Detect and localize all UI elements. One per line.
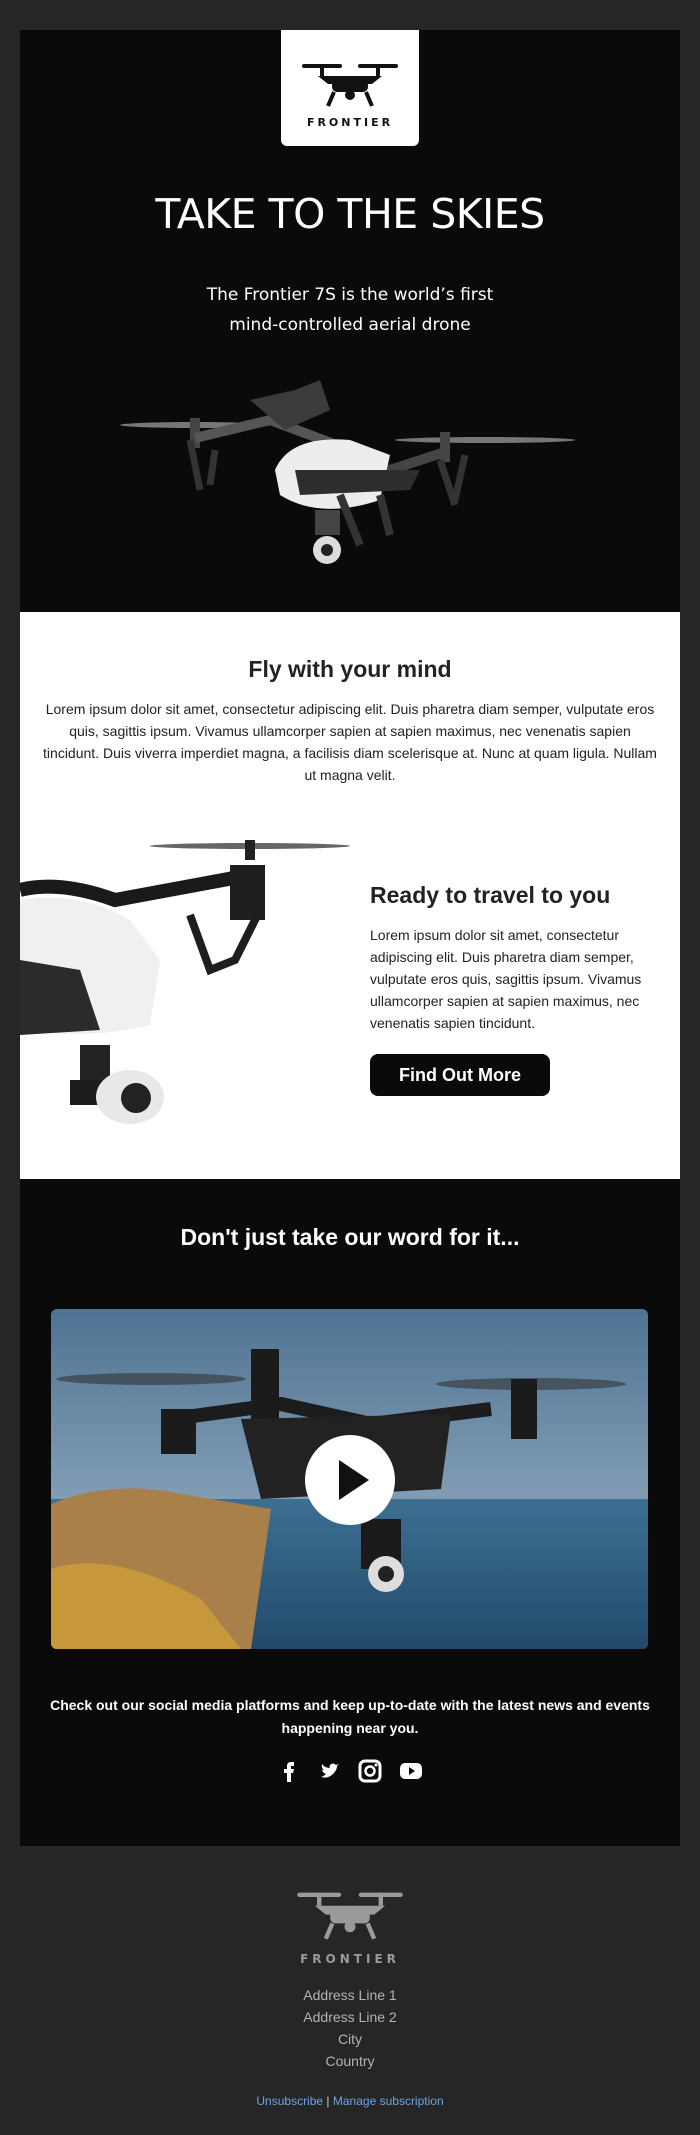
hero-subtitle-line1: The Frontier 7S is the world’s first	[206, 285, 494, 305]
hero-subtitle: The Frontier 7S is the world’s first min…	[20, 280, 680, 340]
twitter-icon[interactable]	[318, 1759, 342, 1783]
drone-logo-icon	[302, 64, 398, 107]
feature-body: Lorem ipsum dolor sit amet, consectetur …	[370, 927, 642, 1031]
instagram-icon[interactable]	[358, 1759, 382, 1783]
social-links	[20, 1759, 680, 1783]
footer-drone-logo-icon	[297, 1892, 403, 1940]
hero-title: TAKE TO THE SKIES	[155, 190, 545, 238]
feature-title: Ready to travel to you	[370, 882, 611, 908]
video-thumbnail[interactable]	[51, 1309, 648, 1649]
address-line-2: Address Line 2	[303, 2009, 397, 2025]
play-icon[interactable]	[305, 1435, 395, 1525]
testimonial-section: Don't just take our word for it... Check…	[20, 1179, 680, 1846]
link-separator: |	[326, 2094, 330, 2108]
facebook-icon[interactable]	[277, 1759, 301, 1783]
brand-name: FRONTIER	[306, 116, 394, 129]
footer-links: Unsubscribe | Manage subscription	[0, 2094, 700, 2108]
manage-subscription-link[interactable]: Manage subscription	[333, 2094, 444, 2108]
address-city: City	[337, 2031, 363, 2047]
youtube-icon[interactable]	[399, 1759, 423, 1783]
feature-drone-image	[20, 840, 350, 1124]
footer: FRONTIER Address Line 1 Address Line 2 C…	[0, 1846, 700, 2135]
social-text: Check out our social media platforms and…	[50, 1697, 650, 1736]
footer-brand-name: FRONTIER	[300, 1952, 400, 1966]
find-out-more-button[interactable]: Find Out More	[370, 1054, 550, 1096]
unsubscribe-link[interactable]: Unsubscribe	[256, 2094, 323, 2108]
brand-logo[interactable]: FRONTIER	[281, 30, 419, 146]
intro-title: Fly with your mind	[248, 656, 452, 682]
hero-section: FRONTIER TAKE TO THE SKIES The Frontier …	[20, 30, 680, 612]
hero-subtitle-line2: mind-controlled aerial drone	[229, 315, 471, 335]
footer-address: Address Line 1 Address Line 2 City Count…	[0, 1984, 700, 2072]
hero-drone-image	[120, 380, 575, 564]
address-line-1: Address Line 1	[303, 1987, 397, 2003]
intro-section: Fly with your mind Lorem ipsum dolor sit…	[20, 612, 680, 1179]
intro-body: Lorem ipsum dolor sit amet, consectetur …	[43, 701, 657, 783]
address-country: Country	[325, 2053, 375, 2069]
testimonial-title: Don't just take our word for it...	[180, 1224, 520, 1250]
